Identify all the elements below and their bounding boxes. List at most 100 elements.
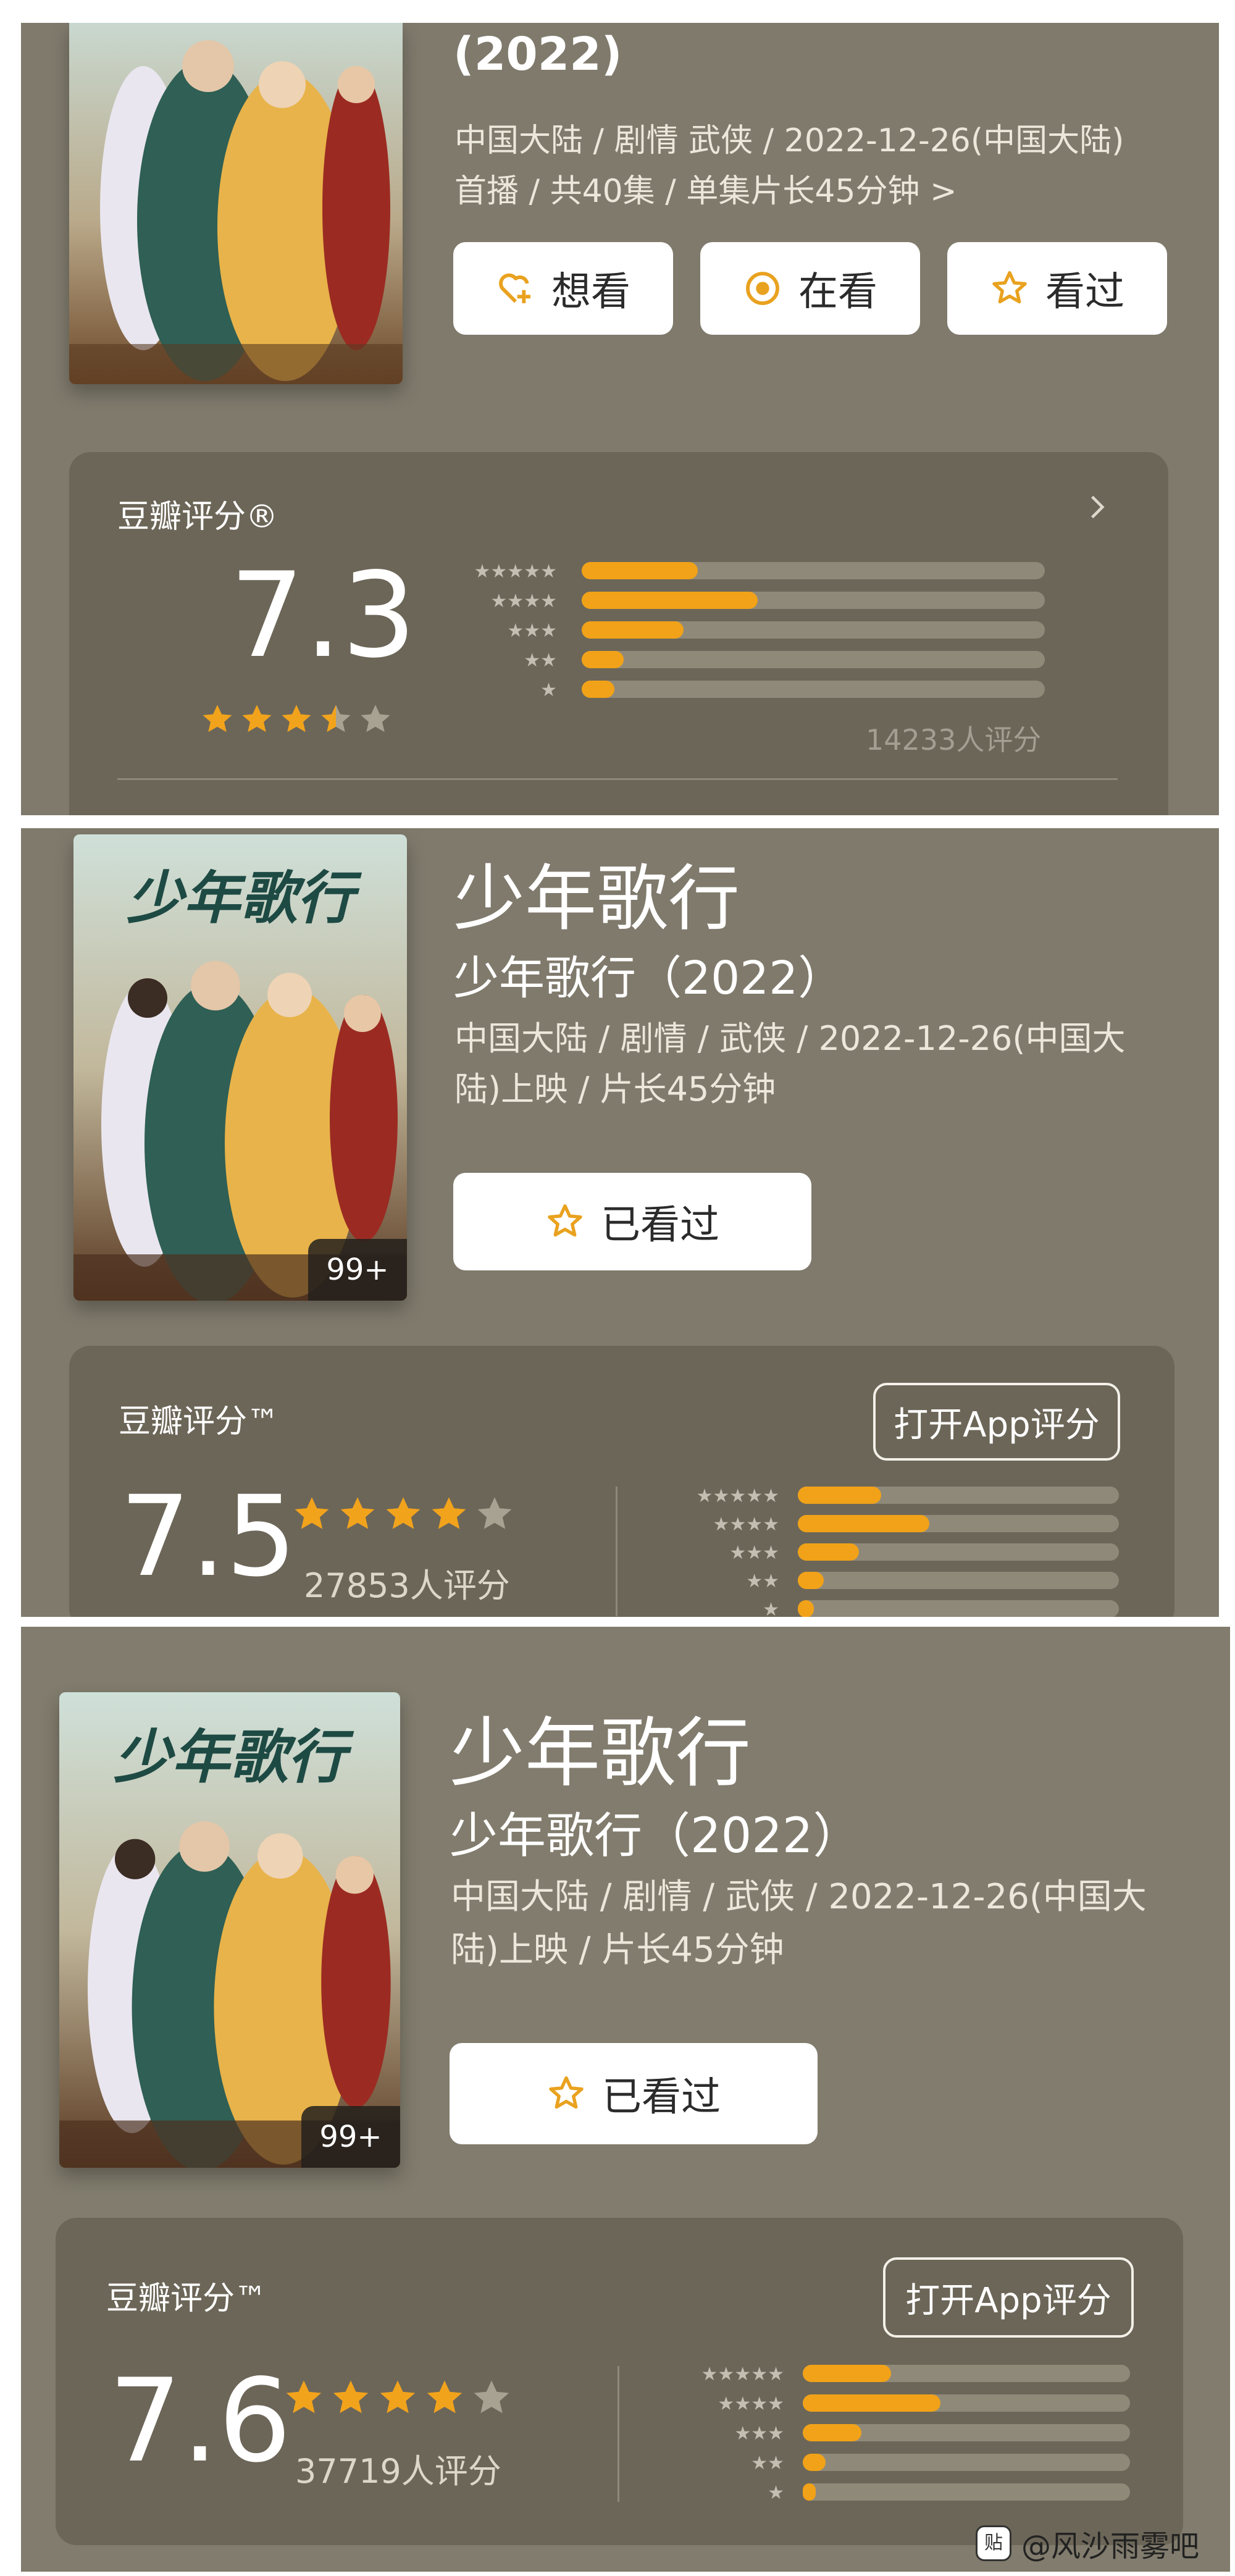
distribution-bar-fill bbox=[798, 1515, 930, 1532]
distribution-row-3-star: ★★★ bbox=[440, 621, 1045, 641]
watched-label: 看过 bbox=[1045, 269, 1124, 315]
star-icon bbox=[473, 1493, 516, 1538]
distribution-row-3-star: ★★★ bbox=[662, 1543, 1119, 1563]
poster-image[interactable]: 少年歌行 99+ bbox=[59, 1692, 400, 2168]
watching-label: 在看 bbox=[798, 269, 877, 315]
svg-text:少年歌行: 少年歌行 bbox=[127, 865, 362, 931]
star-outline-icon bbox=[990, 269, 1029, 308]
distribution-bar-fill bbox=[798, 1543, 859, 1561]
watching-button[interactable]: 在看 bbox=[700, 242, 920, 335]
rating-stars bbox=[282, 2376, 514, 2423]
open-app-rate-button[interactable]: 打开App评分 bbox=[883, 2257, 1134, 2338]
distribution-bar-track bbox=[798, 1515, 1119, 1532]
svg-text:少年歌行: 少年歌行 bbox=[114, 1724, 354, 1792]
rating-count: 27853人评分 bbox=[304, 1566, 510, 1605]
distribution-bar-fill bbox=[582, 621, 684, 639]
rating-count: 14233人评分 bbox=[866, 723, 1042, 757]
already-watched-button[interactable]: 已看过 bbox=[450, 2043, 818, 2144]
distribution-star-label: ★★★★ bbox=[713, 1514, 779, 1535]
heart-plus-icon bbox=[496, 269, 535, 308]
distribution-row-2-star: ★★ bbox=[661, 2454, 1130, 2473]
watched-button[interactable]: 看过 bbox=[947, 242, 1167, 335]
screenshot-panel-1: (2022) 中国大陆 / 剧情 武侠 / 2022-12-26(中国大陆)首播… bbox=[21, 23, 1219, 815]
open-app-rate-button[interactable]: 打开App评分 bbox=[873, 1383, 1120, 1461]
distribution-bar-track bbox=[582, 621, 1045, 639]
distribution-bar-track bbox=[803, 2365, 1130, 2382]
distribution-row-4-star: ★★★★ bbox=[661, 2394, 1130, 2414]
already-watched-button[interactable]: 已看过 bbox=[453, 1173, 811, 1270]
distribution-bar-fill bbox=[582, 562, 698, 579]
distribution-bar-track bbox=[798, 1572, 1119, 1589]
meta-chevron[interactable]: > bbox=[930, 173, 957, 210]
distribution-row-3-star: ★★★ bbox=[661, 2424, 1130, 2444]
distribution-row-4-star: ★★★★ bbox=[440, 592, 1045, 611]
meta-info: 中国大陆 / 剧情 / 武侠 / 2022-12-26(中国大陆)上映 / 片长… bbox=[451, 1877, 1147, 1970]
distribution-row-5-star: ★★★★★ bbox=[440, 562, 1045, 582]
distribution-bar-track bbox=[582, 562, 1045, 579]
distribution-star-label: ★★★★★ bbox=[701, 2364, 784, 2385]
distribution-star-label: ★★★ bbox=[734, 2423, 784, 2444]
douban-rating-card: 豆瓣评分® 7.3 ★★★★★ ★★★★ ★★★ ★★ ★ 14233人评分 bbox=[69, 452, 1168, 815]
distribution-row-2-star: ★★ bbox=[440, 651, 1045, 671]
distribution-star-label: ★★★★ bbox=[718, 2393, 784, 2415]
tieba-logo: 贴 bbox=[976, 2525, 1011, 2561]
distribution-bar-fill bbox=[798, 1487, 882, 1504]
distribution-star-label: ★★ bbox=[746, 1571, 779, 1592]
meta-info: 中国大陆 / 剧情 武侠 / 2022-12-26(中国大陆)首播 / 共40集… bbox=[454, 115, 1152, 217]
star-icon bbox=[317, 701, 354, 740]
star-icon bbox=[238, 701, 275, 740]
star-icon bbox=[382, 1493, 425, 1538]
distribution-star-label: ★ bbox=[540, 679, 557, 701]
want-to-watch-button[interactable]: 想看 bbox=[453, 242, 673, 335]
target-icon bbox=[743, 269, 782, 308]
poster-artwork: 少年歌行 bbox=[73, 834, 407, 1301]
douban-rating-label: 豆瓣评分® bbox=[117, 498, 278, 535]
already-watched-label: 已看过 bbox=[602, 2075, 721, 2120]
poster-artwork bbox=[69, 23, 403, 384]
star-icon bbox=[375, 2376, 420, 2423]
rating-stars bbox=[290, 1493, 516, 1538]
distribution-row-4-star: ★★★★ bbox=[662, 1515, 1119, 1535]
poster-image[interactable] bbox=[69, 23, 403, 384]
distribution-row-5-star: ★★★★★ bbox=[661, 2365, 1130, 2385]
distribution-star-label: ★★★ bbox=[729, 1542, 779, 1564]
rating-score: 7.5 bbox=[120, 1472, 297, 1601]
distribution-bar-fill bbox=[803, 2454, 826, 2471]
page-subtitle: 少年歌行（2022） bbox=[453, 952, 844, 1005]
meta-text: 中国大陆 / 剧情 武侠 / 2022-12-26(中国大陆)首播 / 共40集… bbox=[454, 122, 1124, 210]
page-subtitle: 少年歌行（2022） bbox=[450, 1808, 861, 1864]
poster-artwork: 少年歌行 bbox=[59, 1692, 400, 2168]
distribution-bar-fill bbox=[803, 2365, 892, 2382]
distribution-bar-track bbox=[803, 2454, 1130, 2471]
title-year: (2022) bbox=[453, 28, 622, 81]
douban-rating-card: 豆瓣评分™ 打开App评分 7.5 27853人评分 ★★★★★ ★★★★ ★★★ ★… bbox=[69, 1346, 1174, 1617]
star-icon bbox=[427, 1493, 471, 1538]
rating-count: 37719人评分 bbox=[295, 2452, 501, 2491]
watermark-text: @风沙雨雾吧 bbox=[1021, 2529, 1200, 2564]
rating-score: 7.6 bbox=[109, 2354, 291, 2488]
distribution-star-label: ★★★★★ bbox=[696, 1485, 779, 1507]
divider bbox=[616, 1487, 618, 1616]
distribution-row-5-star: ★★★★★ bbox=[662, 1487, 1119, 1506]
distribution-row-1-star: ★ bbox=[662, 1600, 1119, 1617]
rating-score: 7.3 bbox=[230, 547, 417, 684]
rating-distribution: ★★★★★ ★★★★ ★★★ ★★ ★ bbox=[440, 562, 1107, 710]
distribution-bar-track bbox=[803, 2394, 1130, 2412]
poster-image[interactable]: 少年歌行 99+ bbox=[73, 834, 407, 1301]
star-icon bbox=[357, 701, 394, 740]
distribution-bar-fill bbox=[798, 1600, 814, 1617]
distribution-bar-fill bbox=[582, 592, 758, 609]
want-to-watch-label: 想看 bbox=[551, 269, 630, 315]
chevron-right-icon[interactable] bbox=[1082, 492, 1113, 522]
distribution-star-label: ★ bbox=[763, 1599, 779, 1617]
distribution-star-label: ★★ bbox=[524, 650, 557, 671]
distribution-bar-fill bbox=[798, 1572, 824, 1589]
screenshot-panel-3: 少年歌行 99+ 少年歌行 少年歌行（2022） 中国大陆 / 剧情 / 武侠 … bbox=[21, 1627, 1230, 2572]
page-title: 少年歌行 bbox=[453, 857, 740, 941]
distribution-row-2-star: ★★ bbox=[662, 1572, 1119, 1592]
distribution-bar-track bbox=[798, 1600, 1119, 1617]
distribution-row-1-star: ★ bbox=[661, 2483, 1130, 2503]
distribution-bar-track bbox=[798, 1543, 1119, 1561]
distribution-bar-track bbox=[803, 2424, 1130, 2441]
distribution-star-label: ★ bbox=[768, 2482, 784, 2504]
